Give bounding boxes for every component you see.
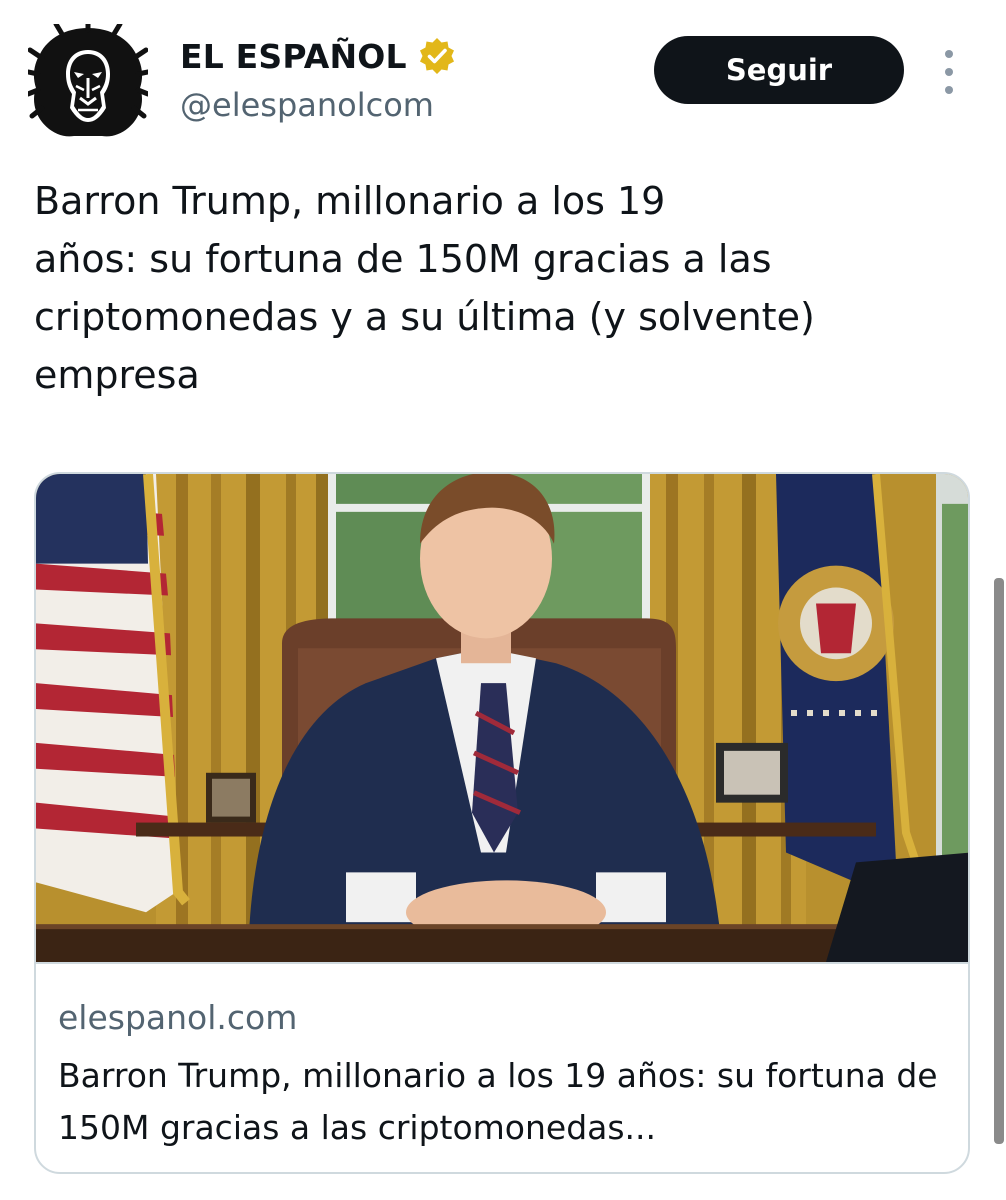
follow-button[interactable]: Seguir xyxy=(654,36,904,104)
tweet-view: EL ESPAÑOL @elespanolcom Seguir Barron T… xyxy=(0,0,1006,1200)
display-name[interactable]: EL ESPAÑOL xyxy=(180,37,407,76)
card-image[interactable] xyxy=(36,474,970,964)
scrollbar-thumb[interactable] xyxy=(994,578,1004,1144)
display-name-row: EL ESPAÑOL xyxy=(180,36,457,76)
card-domain[interactable]: elespanol.com xyxy=(58,998,297,1037)
link-card[interactable]: elespanol.com Barron Trump, millonario a… xyxy=(34,472,970,1174)
handle[interactable]: @elespanolcom xyxy=(180,86,434,124)
more-dot xyxy=(945,68,953,76)
more-dot xyxy=(945,50,953,58)
more-vertical-icon[interactable] xyxy=(934,50,964,94)
verified-badge-icon xyxy=(419,38,454,74)
more-dot xyxy=(945,86,953,94)
lion-head-logo xyxy=(28,24,148,137)
tweet-text: Barron Trump, millonario a los 19 años: … xyxy=(34,179,815,397)
avatar[interactable] xyxy=(28,24,148,140)
card-title[interactable]: Barron Trump, millonario a los 19 años: … xyxy=(58,1050,958,1154)
